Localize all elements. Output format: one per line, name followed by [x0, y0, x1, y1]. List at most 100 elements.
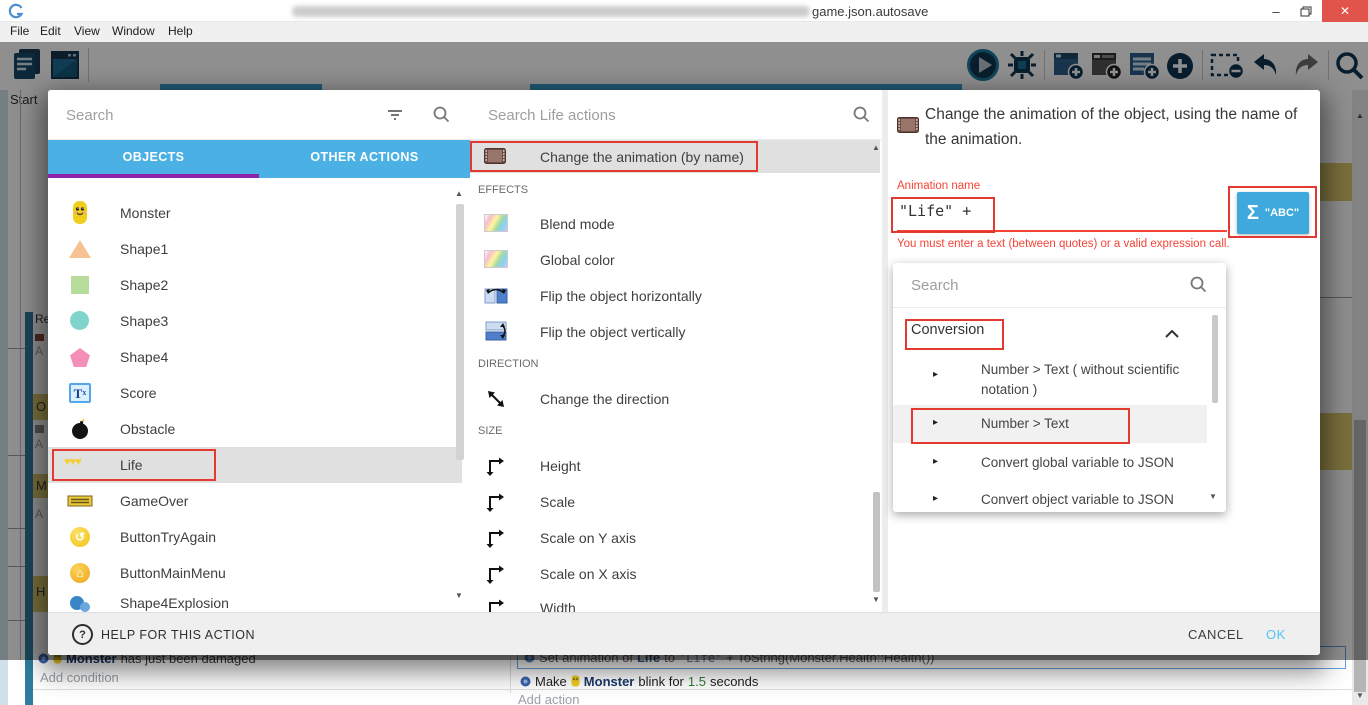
- flip-vertical-icon: [484, 321, 508, 346]
- dropdown-divider: [893, 307, 1226, 308]
- object-row-buttontryagain[interactable]: ↺ ButtonTryAgain: [48, 519, 462, 555]
- objects-search-bar: [48, 90, 470, 140]
- action-row-scale-x[interactable]: Scale on X axis: [470, 556, 872, 592]
- object-row-shape1[interactable]: Shape1: [48, 231, 462, 267]
- object-row-gameover[interactable]: GameOver: [48, 483, 462, 519]
- action-row-scale[interactable]: Scale: [470, 484, 872, 520]
- actions-search-input[interactable]: [486, 101, 816, 129]
- action-row-scale-y[interactable]: Scale on Y axis: [470, 520, 872, 556]
- help-button[interactable]: ? HELP FOR THIS ACTION: [72, 613, 255, 655]
- search-icon[interactable]: [1189, 275, 1208, 299]
- ok-button[interactable]: OK: [1266, 627, 1286, 642]
- resize-icon: [486, 492, 504, 517]
- expression-item-object-json[interactable]: ▸ Convert object variable to JSON: [893, 483, 1207, 512]
- blink-text: blink for: [638, 674, 684, 689]
- search-icon[interactable]: [432, 105, 451, 129]
- expand-arrow-icon[interactable]: ▸: [933, 369, 938, 380]
- bomb-icon: [71, 418, 89, 445]
- chevron-up-icon[interactable]: [1165, 325, 1179, 343]
- menu-bar: File Edit View Window Help: [0, 22, 1368, 42]
- add-condition-placeholder[interactable]: Add condition: [40, 670, 119, 685]
- triangle-icon: [69, 240, 91, 258]
- resize-icon: [486, 598, 504, 612]
- object-row-monster[interactable]: Monster: [48, 195, 462, 231]
- resize-icon: [486, 528, 504, 553]
- redacted-path: [292, 6, 810, 17]
- blink-object: Monster: [584, 674, 635, 689]
- circle-icon: [70, 311, 89, 330]
- text-object-icon: Tx: [69, 383, 91, 403]
- section-header-effects: EFFECTS: [478, 184, 528, 196]
- add-action-placeholder[interactable]: Add action: [518, 692, 579, 705]
- menu-help[interactable]: Help: [168, 24, 193, 38]
- field-label: Animation name: [897, 180, 980, 192]
- object-row-shape4explosion[interactable]: Shape4Explosion: [48, 591, 462, 612]
- object-row-shape3[interactable]: Shape3: [48, 303, 462, 339]
- action-description: Change the animation of the object, usin…: [925, 102, 1317, 152]
- menu-edit[interactable]: Edit: [40, 24, 61, 38]
- gameover-icon: [67, 494, 93, 513]
- filter-icon[interactable]: [386, 108, 404, 127]
- object-row-shape4[interactable]: Shape4: [48, 339, 462, 375]
- search-icon[interactable]: [852, 105, 871, 129]
- field-error-text: You must enter a text (between quotes) o…: [897, 238, 1269, 252]
- restart-button-icon: ↺: [70, 527, 90, 547]
- row-separator: [33, 689, 1352, 690]
- resize-icon: [486, 564, 504, 589]
- action-row-height[interactable]: Height: [470, 448, 872, 484]
- menu-view[interactable]: View: [74, 24, 100, 38]
- action-row-flip-vertical[interactable]: Flip the object vertically: [470, 314, 872, 350]
- blink-value: 1.5: [688, 674, 706, 689]
- square-icon: [71, 276, 89, 294]
- action-row-global-color[interactable]: Global color: [470, 242, 872, 278]
- objects-search-input[interactable]: [64, 101, 364, 129]
- direction-arrow-icon: [486, 389, 506, 414]
- tab-objects[interactable]: OBJECTS: [48, 140, 259, 174]
- objects-panel: OBJECTS OTHER ACTIONS Monster Shape1 Sha…: [48, 90, 470, 612]
- annotation-box-animation-name-input: [891, 197, 995, 233]
- flip-horizontal-icon: [484, 285, 508, 310]
- action-row-flip-horizontal[interactable]: Flip the object horizontally: [470, 278, 872, 314]
- action-editor-dialog: OBJECTS OTHER ACTIONS Monster Shape1 Sha…: [48, 90, 1320, 655]
- expression-dropdown: Conversion ▸ Number > Text ( without sci…: [893, 263, 1226, 512]
- monster-icon: [70, 200, 90, 231]
- section-header-direction: DIRECTION: [478, 358, 539, 370]
- blink-text: Make: [535, 674, 567, 689]
- actions-search-bar: [470, 90, 882, 140]
- scroll-up-icon[interactable]: ▲: [872, 144, 880, 152]
- title-bar: game.json.autosave – ✕: [0, 0, 1368, 22]
- expand-arrow-icon[interactable]: ▸: [933, 456, 938, 467]
- close-button[interactable]: ✕: [1322, 0, 1368, 22]
- object-row-buttonmainmenu[interactable]: ⌂ ButtonMainMenu: [48, 555, 462, 591]
- maximize-button[interactable]: [1292, 0, 1320, 22]
- dropdown-scrollbar-thumb[interactable]: [1212, 315, 1218, 403]
- action-row-change-direction[interactable]: Change the direction: [470, 381, 872, 417]
- minimize-button[interactable]: –: [1262, 0, 1290, 22]
- object-row-obstacle[interactable]: Obstacle: [48, 411, 462, 447]
- tab-other-actions[interactable]: OTHER ACTIONS: [259, 140, 470, 174]
- annotation-box-expression-button: [1228, 186, 1317, 238]
- action-row-width[interactable]: Width: [470, 592, 872, 612]
- scroll-down-icon[interactable]: ▼: [1209, 493, 1217, 501]
- scroll-down-icon[interactable]: ▼: [455, 592, 463, 600]
- object-row-shape2[interactable]: Shape2: [48, 267, 462, 303]
- object-row-score[interactable]: Tx Score: [48, 375, 462, 411]
- scroll-down-icon[interactable]: ▼: [1356, 692, 1364, 700]
- expand-arrow-icon[interactable]: ▸: [933, 493, 938, 504]
- annotation-box-conversion-group: [905, 319, 1004, 350]
- menu-window[interactable]: Window: [112, 24, 155, 38]
- expression-item-global-json[interactable]: ▸ Convert global variable to JSON: [893, 445, 1207, 481]
- cancel-button[interactable]: CANCEL: [1188, 627, 1244, 642]
- menu-file[interactable]: File: [10, 24, 29, 38]
- action-row-blend-mode[interactable]: Blend mode: [470, 206, 872, 242]
- objects-tabbar: OBJECTS OTHER ACTIONS: [48, 140, 470, 178]
- scroll-down-icon[interactable]: ▼: [872, 596, 880, 604]
- blink-action-row[interactable]: Make Monster blink for 1.5 seconds: [520, 672, 758, 690]
- annotation-box-change-animation: [470, 141, 758, 172]
- expression-search-input[interactable]: [909, 271, 1169, 299]
- expression-item-number-text-nosci[interactable]: ▸ Number > Text ( without scientific not…: [893, 353, 1207, 405]
- objects-scrollbar-thumb[interactable]: [456, 204, 464, 460]
- scroll-up-icon[interactable]: ▲: [455, 190, 463, 198]
- global-color-icon: [484, 250, 508, 268]
- actions-scrollbar-thumb[interactable]: [873, 492, 880, 592]
